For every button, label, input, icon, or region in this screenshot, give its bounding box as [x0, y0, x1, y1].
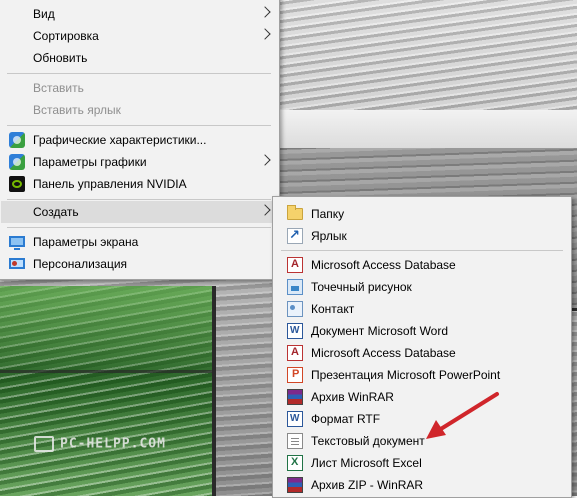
submenu-item-excel-sheet[interactable]: Лист Microsoft Excel — [275, 452, 569, 474]
submenu-item-label: Формат RTF — [311, 412, 381, 426]
text-file-icon — [287, 433, 303, 449]
menu-item-label: Вставить ярлык — [33, 103, 121, 117]
wood-plank — [280, 0, 577, 110]
menu-item-graphics-options[interactable]: Параметры графики — [1, 151, 277, 173]
submenu-item-label: Презентация Microsoft PowerPoint — [311, 368, 501, 382]
graphics-icon — [9, 132, 25, 148]
menu-item-label: Персонализация — [33, 257, 128, 271]
menu-item-label: Создать — [33, 205, 79, 219]
menu-separator — [7, 199, 271, 200]
winrar-zip-icon — [287, 477, 303, 493]
create-submenu: Папку Ярлык Microsoft Access Database То… — [272, 196, 572, 498]
menu-item-label: Графические характеристики... — [33, 133, 207, 147]
submenu-item-folder[interactable]: Папку — [275, 203, 569, 225]
menu-separator — [281, 250, 563, 251]
plank-gap — [0, 370, 215, 373]
watermark: PC-HELPP.COM — [34, 436, 166, 452]
submenu-item-access-database-2[interactable]: Microsoft Access Database — [275, 342, 569, 364]
monitor-icon — [34, 436, 54, 452]
submenu-item-label: Текстовый документ — [311, 434, 425, 448]
chevron-right-icon — [259, 154, 271, 166]
plank-gap — [212, 286, 216, 496]
menu-item-refresh[interactable]: Обновить — [1, 47, 277, 69]
desktop-context-menu: Вид Сортировка Обновить Вставить Вставит… — [0, 0, 280, 280]
submenu-item-label: Microsoft Access Database — [311, 258, 456, 272]
graphics-icon — [9, 154, 25, 170]
menu-item-view[interactable]: Вид — [1, 3, 277, 25]
submenu-item-contact[interactable]: Контакт — [275, 298, 569, 320]
menu-item-label: Вставить — [33, 81, 84, 95]
submenu-item-label: Папку — [311, 207, 345, 221]
personalize-icon — [9, 258, 25, 269]
rtf-icon — [287, 411, 303, 427]
menu-item-display-settings[interactable]: Параметры экрана — [1, 231, 277, 253]
bitmap-icon — [287, 279, 303, 295]
access-icon — [287, 345, 303, 361]
nvidia-icon — [9, 176, 25, 192]
menu-item-paste-shortcut[interactable]: Вставить ярлык — [1, 99, 277, 121]
menu-item-label: Обновить — [33, 51, 88, 65]
menu-item-sort[interactable]: Сортировка — [1, 25, 277, 47]
menu-item-create[interactable]: Создать — [1, 201, 277, 223]
submenu-item-label: Лист Microsoft Excel — [311, 456, 422, 470]
shortcut-icon — [287, 227, 303, 244]
menu-item-paste[interactable]: Вставить — [1, 77, 277, 99]
winrar-icon — [287, 389, 303, 405]
menu-item-label: Параметры экрана — [33, 235, 139, 249]
green-wood-highlight — [0, 286, 215, 376]
chevron-right-icon — [259, 204, 271, 216]
submenu-item-bitmap[interactable]: Точечный рисунок — [275, 276, 569, 298]
submenu-item-zip-archive[interactable]: Архив ZIP - WinRAR — [275, 474, 569, 496]
submenu-item-label: Документ Microsoft Word — [311, 324, 449, 338]
submenu-item-text-document[interactable]: Текстовый документ — [275, 430, 569, 452]
powerpoint-icon — [287, 367, 303, 383]
excel-icon — [287, 455, 303, 471]
submenu-item-powerpoint[interactable]: Презентация Microsoft PowerPoint — [275, 364, 569, 386]
menu-item-graphics-properties[interactable]: Графические характеристики... — [1, 129, 277, 151]
folder-icon — [287, 205, 303, 220]
submenu-item-winrar-archive[interactable]: Архив WinRAR — [275, 386, 569, 408]
contact-icon — [287, 301, 303, 317]
menu-item-label: Сортировка — [33, 29, 99, 43]
menu-item-label: Панель управления NVIDIA — [33, 177, 187, 191]
menu-item-label: Параметры графики — [33, 155, 147, 169]
menu-separator — [7, 73, 271, 74]
menu-item-nvidia-panel[interactable]: Панель управления NVIDIA — [1, 173, 277, 195]
submenu-item-label: Архив ZIP - WinRAR — [311, 478, 424, 492]
access-icon — [287, 257, 303, 273]
wood-plank — [280, 110, 577, 148]
submenu-item-label: Контакт — [311, 302, 355, 316]
menu-separator — [7, 227, 271, 228]
display-icon — [9, 236, 25, 250]
menu-item-label: Вид — [33, 7, 55, 21]
word-icon — [287, 323, 303, 339]
menu-separator — [7, 125, 271, 126]
menu-item-personalize[interactable]: Персонализация — [1, 253, 277, 275]
chevron-right-icon — [259, 28, 271, 40]
chevron-right-icon — [259, 6, 271, 18]
submenu-item-word-document[interactable]: Документ Microsoft Word — [275, 320, 569, 342]
submenu-item-rtf[interactable]: Формат RTF — [275, 408, 569, 430]
submenu-item-shortcut[interactable]: Ярлык — [275, 225, 569, 247]
submenu-item-label: Точечный рисунок — [311, 280, 412, 294]
submenu-item-label: Microsoft Access Database — [311, 346, 456, 360]
submenu-item-access-database[interactable]: Microsoft Access Database — [275, 254, 569, 276]
submenu-item-label: Архив WinRAR — [311, 390, 394, 404]
submenu-item-label: Ярлык — [311, 229, 347, 243]
